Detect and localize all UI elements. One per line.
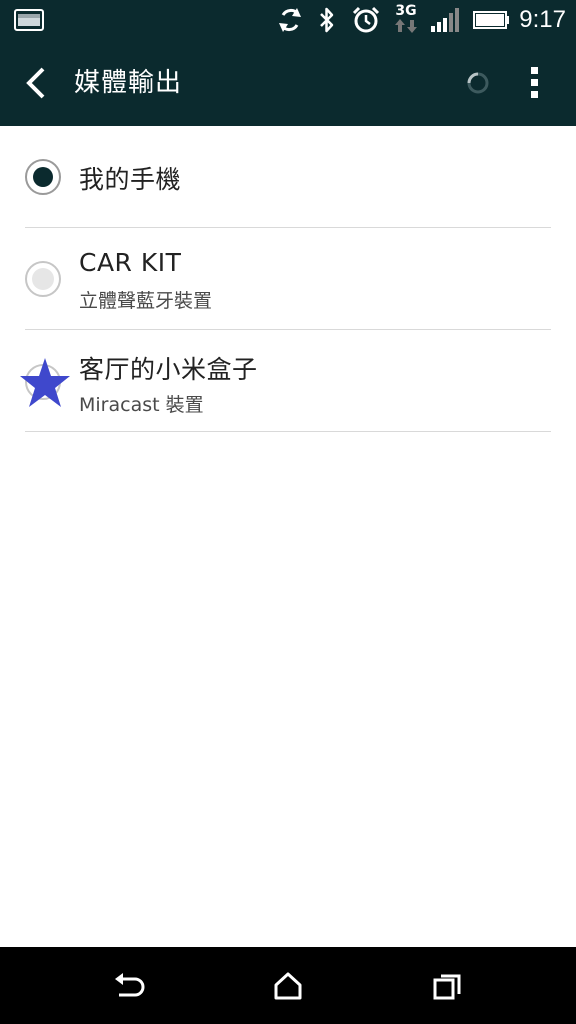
device-item-my-phone[interactable]: 我的手機 [0,126,576,228]
device-title: CAR KIT [79,248,182,277]
alarm-icon [350,0,382,40]
device-subtitle: 立體聲藍牙裝置 [79,290,213,312]
signal-icon [428,0,464,40]
loading-spinner-icon [466,71,490,95]
screenshot-icon [14,0,44,40]
home-icon[interactable] [268,966,308,1006]
device-item-xiaomi-box[interactable]: 客厅的小米盒子 Miracast 裝置 [0,330,576,432]
more-vert-icon[interactable] [520,63,550,103]
3g-data-icon: 3G [392,0,420,40]
page-title: 媒體輸出 [74,68,183,98]
sync-icon [274,0,306,40]
navigation-bar [0,947,576,1024]
device-item-car-kit[interactable]: CAR KIT 立體聲藍牙裝置 [0,228,576,330]
app-bar: 媒體輸出 [0,40,576,126]
bluetooth-icon [316,0,338,40]
device-title: 我的手機 [79,165,182,194]
device-list: 我的手機 CAR KIT 立體聲藍牙裝置 客厅的小米盒子 Miracast 裝置 [0,126,576,432]
radio-button-selected[interactable] [25,159,61,195]
battery-icon [472,0,510,40]
recents-icon[interactable] [428,966,468,1006]
status-time: 9:17 [519,6,566,33]
star-icon [20,358,70,407]
device-title: 客厅的小米盒子 [79,355,258,384]
device-subtitle: Miracast 裝置 [79,394,204,416]
divider [25,431,551,432]
network-type-label: 3G [395,2,417,19]
radio-button[interactable] [25,261,61,297]
back-icon[interactable] [108,966,148,1006]
status-bar: 3G 9:17 [0,0,576,40]
back-arrow-icon[interactable] [14,61,58,105]
